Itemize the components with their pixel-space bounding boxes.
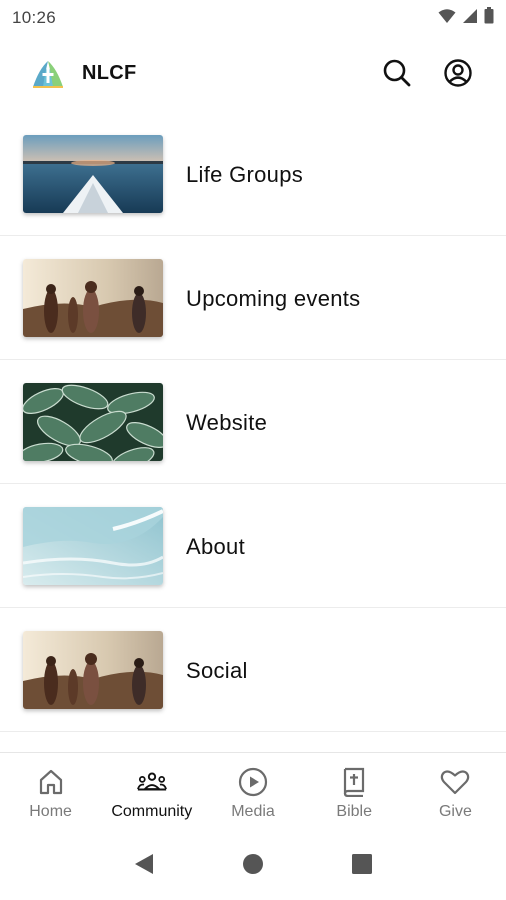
battery-icon: [484, 7, 494, 29]
list-item-upcoming-events[interactable]: Upcoming events: [0, 236, 506, 360]
account-circle-icon: [443, 58, 473, 93]
community-icon: [136, 767, 167, 797]
system-home-button[interactable]: [238, 851, 268, 881]
account-button[interactable]: [440, 57, 476, 93]
nav-label: Home: [29, 803, 72, 820]
lake-canoe-image: [23, 135, 163, 213]
search-button[interactable]: [379, 57, 415, 93]
nav-item-media[interactable]: Media: [202, 753, 303, 832]
list-item-website[interactable]: Website: [0, 360, 506, 484]
system-recents-button[interactable]: [347, 851, 377, 881]
nav-label: Give: [438, 803, 472, 820]
friends-sunset-image: [23, 631, 163, 709]
nav-label: Community: [111, 803, 193, 820]
status-icons: [438, 7, 494, 29]
nav-item-bible[interactable]: Bible: [304, 753, 405, 832]
nav-item-home[interactable]: Home: [0, 753, 101, 832]
community-list: Life Groups Upcoming events Website Abou…: [0, 112, 506, 732]
heart-icon: [440, 767, 470, 797]
list-item-label: Social: [186, 658, 248, 683]
friends-sunset-image: [23, 259, 163, 337]
nlcf-logo: [31, 57, 65, 91]
nav-label: Media: [231, 803, 275, 820]
list-item-life-groups[interactable]: Life Groups: [0, 112, 506, 236]
app-title: NLCF: [82, 62, 137, 84]
search-icon: [382, 58, 412, 93]
list-item-about[interactable]: About: [0, 484, 506, 608]
bottom-navigation: Home Community Media Bible Give: [0, 752, 506, 832]
bible-icon: [339, 767, 369, 797]
green-leaves-image: [23, 383, 163, 461]
nav-item-community[interactable]: Community: [101, 753, 202, 832]
list-item-social[interactable]: Social: [0, 608, 506, 732]
play-circle-icon: [238, 767, 268, 797]
ocean-wave-image: [23, 507, 163, 585]
nav-label: Bible: [336, 803, 372, 820]
app-bar: NLCF: [0, 48, 506, 100]
status-bar: 10:26: [0, 0, 506, 36]
nav-item-give[interactable]: Give: [405, 753, 506, 832]
back-triangle-icon: [133, 852, 155, 881]
list-item-label: Life Groups: [186, 162, 304, 187]
status-time: 10:26: [12, 8, 57, 27]
list-item-label: About: [186, 534, 245, 559]
home-circle-icon: [242, 853, 264, 880]
home-icon: [36, 767, 66, 797]
recents-square-icon: [351, 853, 373, 880]
list-item-label: Website: [186, 410, 268, 435]
wifi-icon: [438, 8, 456, 29]
system-back-button[interactable]: [129, 851, 159, 881]
cellular-signal-icon: [462, 8, 478, 29]
system-navigation: [0, 838, 506, 894]
list-item-label: Upcoming events: [186, 286, 361, 311]
